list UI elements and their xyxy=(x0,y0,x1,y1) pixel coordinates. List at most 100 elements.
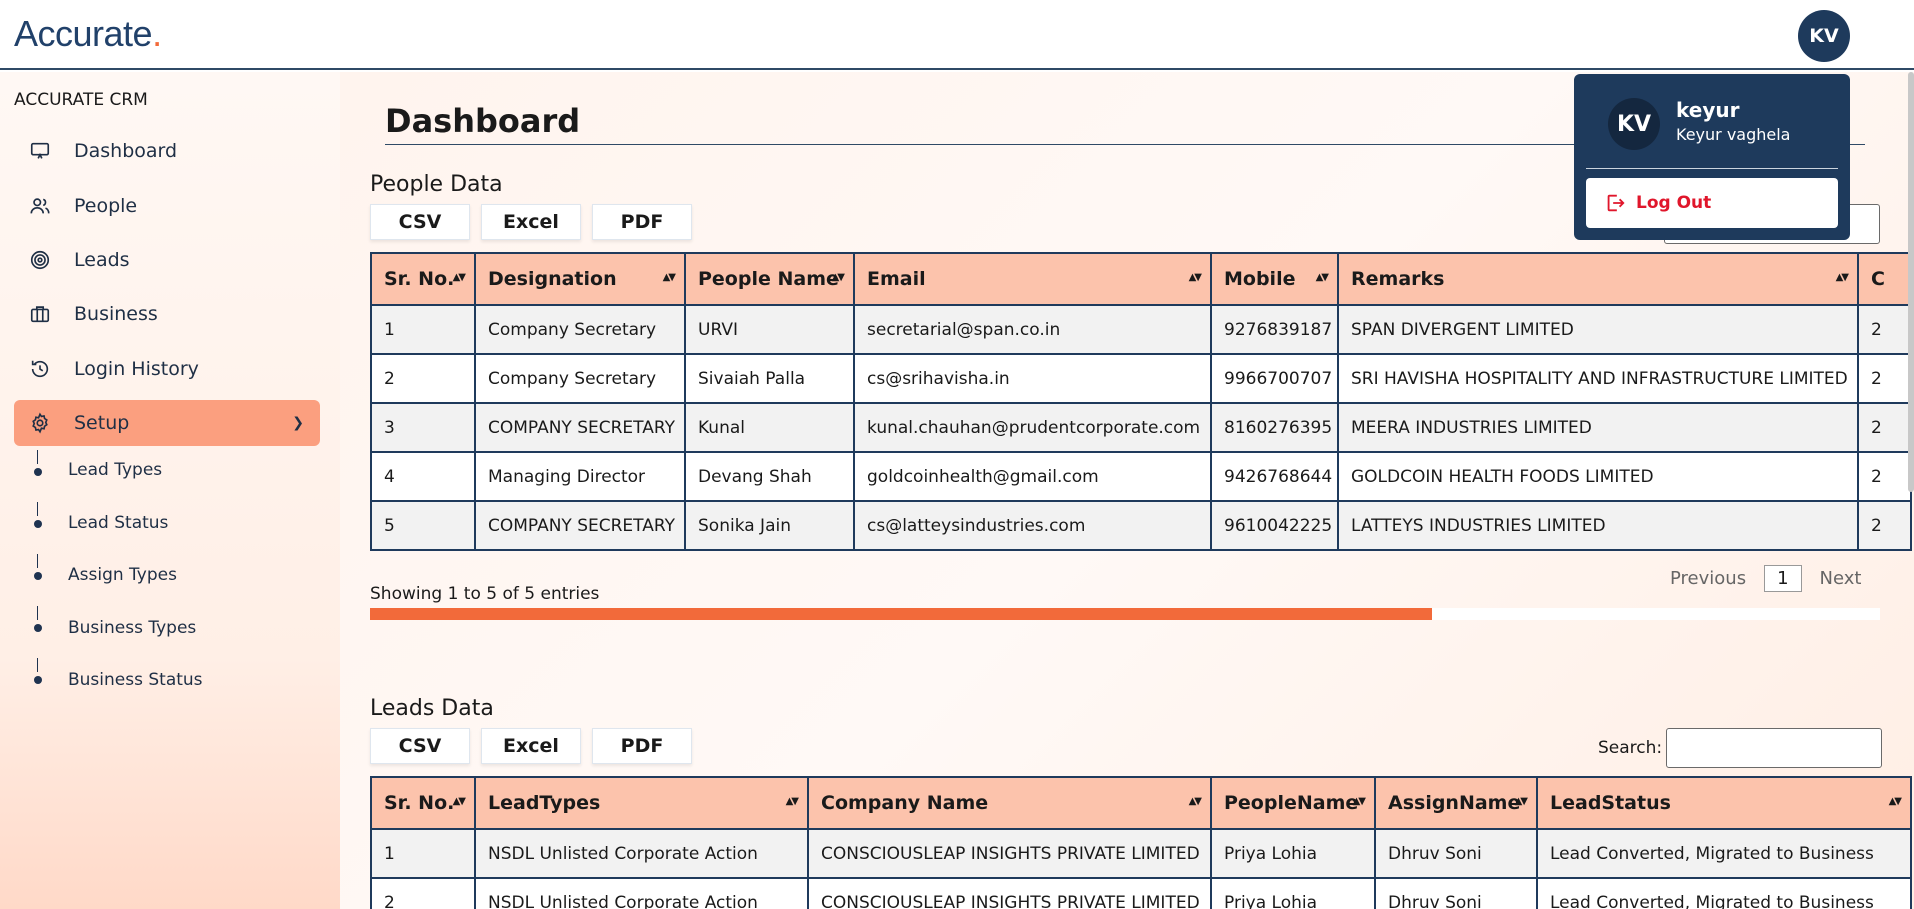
table-cell: 5 xyxy=(370,500,476,551)
user-menu: KV keyur Keyur vaghela Log Out xyxy=(1574,74,1850,240)
sort-icon: ▲▼ xyxy=(785,796,799,807)
column-header[interactable]: Company Name ▲▼ xyxy=(807,776,1212,830)
table-cell: Priya Lohia xyxy=(1210,828,1376,879)
sidebar-item-login-history[interactable]: Login History xyxy=(14,346,320,392)
logout-button[interactable]: Log Out xyxy=(1586,178,1838,228)
people-table: Sr. No. ▲▼ Designation ▲▼ People Name ▲▼ Em… xyxy=(370,252,1912,551)
target-icon xyxy=(20,249,60,271)
column-header[interactable]: LeadTypes ▲▼ xyxy=(474,776,809,830)
column-header[interactable]: Sr. No. ▲▼ xyxy=(370,776,476,830)
column-header[interactable]: Remarks ▲▼ xyxy=(1337,252,1859,306)
table-row: 2 NSDL Unlisted Corporate Action CONSCIOUS… xyxy=(370,877,1912,909)
column-header[interactable]: C xyxy=(1857,252,1912,306)
table-cell: CONSCIOUSLEAP INSIGHTS PRIVATE LIMITED xyxy=(807,828,1212,879)
sort-icon: ▲▼ xyxy=(452,796,466,807)
column-header[interactable]: Email ▲▼ xyxy=(853,252,1212,306)
sort-icon: ▲▼ xyxy=(1835,272,1849,283)
user-avatar-button[interactable]: KV xyxy=(1798,10,1850,62)
table-cell: SPAN DIVERGENT LIMITED xyxy=(1337,304,1859,355)
table-cell: 4 xyxy=(370,451,476,502)
scrollbar-thumb[interactable] xyxy=(370,608,1432,620)
sidebar-title: ACCURATE CRM xyxy=(14,90,148,110)
table-cell: NSDL Unlisted Corporate Action xyxy=(474,828,809,879)
table-cell: 8160276395 xyxy=(1210,402,1339,453)
table-cell: 3 xyxy=(370,402,476,453)
sidebar-item-leads[interactable]: Leads xyxy=(14,237,320,283)
column-header[interactable]: Sr. No. ▲▼ xyxy=(370,252,476,306)
table-cell: Priya Lohia xyxy=(1210,877,1376,909)
sidebar-item-label: People xyxy=(74,195,138,217)
table-cell: Devang Shah xyxy=(684,451,855,502)
column-header[interactable]: LeadStatus ▲▼ xyxy=(1536,776,1912,830)
sidebar-item-label: Login History xyxy=(74,358,199,380)
table-cell: 9276839187 xyxy=(1210,304,1339,355)
sidebar-item-dashboard[interactable]: Dashboard xyxy=(14,128,320,174)
sub-item-lead-types[interactable]: Lead Types xyxy=(68,460,162,480)
leads-csv-button[interactable]: CSV xyxy=(370,728,470,764)
table-cell: 2 xyxy=(1857,402,1912,453)
monitor-icon xyxy=(20,140,60,162)
previous-page-button[interactable]: Previous xyxy=(1670,568,1746,589)
next-page-button[interactable]: Next xyxy=(1820,568,1862,589)
table-cell: 9966700707 xyxy=(1210,353,1339,404)
sidebar-item-setup[interactable]: Setup ❯ xyxy=(14,400,320,446)
table-cell: Managing Director xyxy=(474,451,686,502)
column-header[interactable]: PeopleName ▲▼ xyxy=(1210,776,1376,830)
briefcase-icon xyxy=(20,303,60,325)
sidebar: ACCURATE CRM Dashboard People Leads Busi… xyxy=(0,72,340,909)
sort-icon: ▲▼ xyxy=(1352,796,1366,807)
tree-line xyxy=(37,606,38,620)
sort-icon: ▲▼ xyxy=(831,272,845,283)
logo[interactable]: Accurate. xyxy=(14,13,162,55)
sub-item-assign-types[interactable]: Assign Types xyxy=(68,565,177,585)
history-icon xyxy=(20,358,60,380)
table-cell: COMPANY SECRETARY xyxy=(474,402,686,453)
table-cell: Sonika Jain xyxy=(684,500,855,551)
page-number-button[interactable]: 1 xyxy=(1764,565,1802,592)
sort-icon: ▲▼ xyxy=(1188,796,1202,807)
leads-excel-button[interactable]: Excel xyxy=(481,728,581,764)
sub-item-lead-status[interactable]: Lead Status xyxy=(68,513,168,533)
sort-icon: ▲▼ xyxy=(662,272,676,283)
leads-pdf-button[interactable]: PDF xyxy=(592,728,692,764)
table-row: 3 COMPANY SECRETARY Kunal kunal.chauhan@pru… xyxy=(370,402,1912,453)
column-header[interactable]: Designation ▲▼ xyxy=(474,252,686,306)
leads-data-title: Leads Data xyxy=(370,696,494,721)
sub-item-business-status[interactable]: Business Status xyxy=(68,670,203,690)
sidebar-item-label: Leads xyxy=(74,249,130,271)
table-row: 1 NSDL Unlisted Corporate Action CONSCIOUS… xyxy=(370,828,1912,879)
page-title: Dashboard xyxy=(385,102,581,140)
column-header[interactable]: People Name ▲▼ xyxy=(684,252,855,306)
table-row: 1 Company Secretary URVI secretarial@span.c… xyxy=(370,304,1912,355)
people-csv-button[interactable]: CSV xyxy=(370,204,470,240)
sidebar-item-people[interactable]: People xyxy=(14,183,320,229)
people-pdf-button[interactable]: PDF xyxy=(592,204,692,240)
sort-icon: ▲▼ xyxy=(1315,272,1329,283)
table-cell: GOLDCOIN HEALTH FOODS LIMITED xyxy=(1337,451,1859,502)
leads-table: Sr. No. ▲▼ LeadTypes ▲▼ Company Name ▲▼ Peo… xyxy=(370,776,1912,909)
column-header[interactable]: AssignName ▲▼ xyxy=(1374,776,1538,830)
people-excel-button[interactable]: Excel xyxy=(481,204,581,240)
table-cell: Kunal xyxy=(684,402,855,453)
horizontal-scrollbar[interactable] xyxy=(370,608,1880,620)
table-cell: kunal.chauhan@prudentcorporate.com xyxy=(853,402,1212,453)
chevron-down-icon[interactable]: ❯ xyxy=(292,415,304,431)
table-cell: cs@srihavisha.in xyxy=(853,353,1212,404)
table-cell: 9426768644 xyxy=(1210,451,1339,502)
table-cell: 1 xyxy=(370,304,476,355)
table-cell: 2 xyxy=(1857,451,1912,502)
table-header-row: Sr. No. ▲▼ LeadTypes ▲▼ Company Name ▲▼ Peo… xyxy=(370,776,1912,830)
vertical-scrollbar[interactable] xyxy=(1908,72,1914,492)
sub-item-business-types[interactable]: Business Types xyxy=(68,618,196,638)
sort-icon: ▲▼ xyxy=(1888,796,1902,807)
table-cell: cs@latteysindustries.com xyxy=(853,500,1212,551)
column-header[interactable]: Mobile ▲▼ xyxy=(1210,252,1339,306)
sidebar-item-label: Setup xyxy=(74,412,130,434)
table-cell: Company Secretary xyxy=(474,353,686,404)
table-cell: 2 xyxy=(370,877,476,909)
sidebar-item-business[interactable]: Business xyxy=(14,291,320,337)
table-header-row: Sr. No. ▲▼ Designation ▲▼ People Name ▲▼ Em… xyxy=(370,252,1912,306)
leads-search-input[interactable] xyxy=(1666,728,1883,768)
table-cell: Dhruv Soni xyxy=(1374,877,1538,909)
sort-icon: ▲▼ xyxy=(1188,272,1202,283)
